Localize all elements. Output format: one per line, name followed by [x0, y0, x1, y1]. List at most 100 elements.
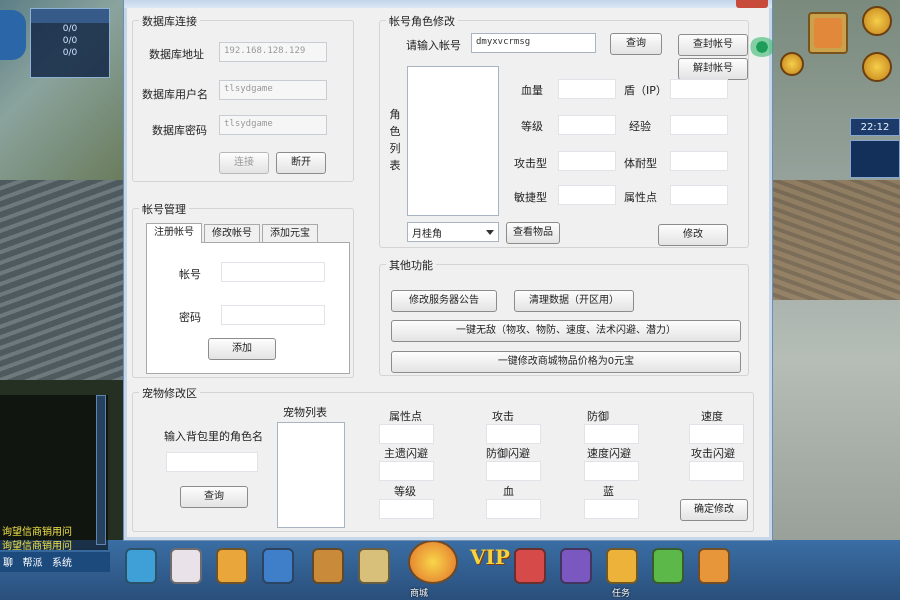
register-account-label: 帐号 [179, 268, 201, 281]
menu-icon[interactable] [862, 6, 892, 36]
window-title-bar[interactable] [124, 0, 772, 8]
mouse-cursor-icon [749, 37, 775, 57]
toolbar-bag-icon[interactable] [216, 548, 248, 584]
pet-defense-dodge-field[interactable] [486, 461, 541, 481]
health-orb-icon [0, 10, 26, 60]
ban-account-button[interactable]: 查封帐号 [678, 34, 748, 56]
pet-confirm-button[interactable]: 确定修改 [680, 499, 748, 521]
attack-type-field[interactable] [558, 151, 616, 171]
exp-label: 经验 [629, 120, 651, 133]
toolbar-label: 商城 [410, 589, 429, 599]
modify-role-button[interactable]: 修改 [658, 224, 728, 246]
attribute-points-field[interactable] [670, 185, 728, 205]
other-legend: 其他功能 [386, 257, 436, 273]
pet-owner-input[interactable] [166, 452, 258, 472]
add-account-button[interactable]: 添加 [208, 338, 276, 360]
status-panel: 0/0 0/0 0/0 [30, 8, 110, 78]
pet-query-button[interactable]: 查询 [180, 486, 248, 508]
agility-type-label: 敏捷型 [514, 191, 547, 204]
toolbar-character-icon[interactable] [312, 548, 344, 584]
chat-tab[interactable]: 系统 [49, 552, 75, 571]
pet-defense-label: 防御 [587, 410, 609, 423]
pet-hp-field[interactable] [486, 499, 541, 519]
hp-label: 血量 [521, 84, 543, 97]
toolbar-system-icon[interactable] [698, 548, 730, 584]
db-user-field[interactable]: tlsydgame [219, 80, 327, 100]
pet-attr-points-field[interactable] [379, 424, 434, 444]
pet-speed-dodge-field[interactable] [584, 461, 639, 481]
pet-attack-field[interactable] [486, 424, 541, 444]
view-items-button[interactable]: 查看物品 [506, 222, 560, 244]
server-announcement-button[interactable]: 修改服务器公告 [391, 290, 497, 312]
toolbar-rabbit-icon[interactable] [170, 548, 202, 584]
toolbar-guild-icon[interactable] [652, 548, 684, 584]
stamina-type-field[interactable] [670, 151, 728, 171]
close-button[interactable] [736, 0, 768, 8]
pet-defense-dodge-label: 防御闪避 [486, 447, 530, 460]
player-avatar[interactable] [808, 12, 848, 54]
tab-modify-account[interactable]: 修改帐号 [204, 224, 260, 242]
agility-type-field[interactable] [558, 185, 616, 205]
account-legend: 帐号角色修改 [386, 13, 458, 29]
map-icon[interactable] [862, 52, 892, 82]
connect-button[interactable]: 连接 [219, 152, 269, 174]
game-clock: 22:12 [850, 118, 900, 136]
vip-badge[interactable]: VIP [470, 545, 510, 577]
db-address-label: 数据库地址 [149, 48, 204, 61]
chat-line: 询望信商销用问 [2, 527, 72, 538]
toolbar-friend-icon[interactable] [560, 548, 592, 584]
toolbar-pet-icon[interactable] [125, 548, 157, 584]
zero-price-button[interactable]: 一键修改商城物品价格为0元宝 [391, 351, 741, 373]
toolbar-skill-icon[interactable] [262, 548, 294, 584]
role-type-dropdown[interactable]: 月桂角 [407, 222, 499, 242]
pet-attr-points-label: 属性点 [389, 410, 422, 423]
clear-data-button[interactable]: 清理数据（开区用） [514, 290, 634, 312]
pet-speed-field[interactable] [689, 424, 744, 444]
toolbar-gift-icon[interactable] [514, 548, 546, 584]
account-query-button[interactable]: 查询 [610, 33, 662, 55]
chat-tab[interactable]: 聊 [0, 552, 16, 571]
chat-tab[interactable]: 帮派 [20, 552, 46, 571]
pet-main-dodge-field[interactable] [379, 461, 434, 481]
pet-defense-field[interactable] [584, 424, 639, 444]
toolbar-shop-icon[interactable] [408, 540, 458, 584]
pet-main-dodge-label: 主遗闪避 [384, 447, 428, 460]
exp-field[interactable] [670, 115, 728, 135]
chat-box: 询望信商销用问 询望信商销用问 [0, 395, 108, 552]
db-address-field[interactable]: 192.168.128.129 [219, 42, 327, 62]
tab-add-yuanbao[interactable]: 添加元宝 [262, 224, 318, 242]
stamina-type-label: 体耐型 [624, 157, 657, 170]
chat-scrollbar[interactable] [96, 395, 106, 545]
role-listbox[interactable] [407, 66, 499, 216]
pet-attack-dodge-field[interactable] [689, 461, 744, 481]
pet-level-label: 等级 [394, 485, 416, 498]
pet-mp-label: 蓝 [603, 485, 614, 498]
pet-mp-field[interactable] [584, 499, 639, 519]
db-legend: 数据库连接 [139, 13, 200, 29]
level-field[interactable] [558, 115, 616, 135]
level-label: 等级 [521, 120, 543, 133]
hp-field[interactable] [558, 79, 616, 99]
shield-field[interactable] [670, 79, 728, 99]
one-click-invincible-button[interactable]: 一键无敌（物攻、物防、速度、法术闪避、潜力） [391, 320, 741, 342]
pet-listbox[interactable] [277, 422, 345, 528]
event-icon[interactable] [780, 52, 804, 76]
register-password-field[interactable] [221, 305, 325, 325]
pet-level-field[interactable] [379, 499, 434, 519]
pet-attack-label: 攻击 [492, 410, 514, 423]
pet-speed-dodge-label: 速度闪避 [587, 447, 631, 460]
minimap-panel[interactable] [850, 140, 900, 178]
account-mgmt-legend: 帐号管理 [139, 201, 189, 217]
account-mgmt-tabs: 注册帐号 修改帐号 添加元宝 [146, 223, 346, 243]
toolbar-quest-icon[interactable] [358, 548, 390, 584]
register-account-field[interactable] [221, 262, 325, 282]
db-password-field[interactable]: tlsydgame [219, 115, 327, 135]
tab-register[interactable]: 注册帐号 [146, 223, 202, 243]
scene-right-roof [770, 180, 900, 300]
unban-account-button[interactable]: 解封帐号 [678, 58, 748, 80]
register-password-label: 密码 [179, 311, 201, 324]
toolbar-activity-icon[interactable] [606, 548, 638, 584]
account-prompt-label: 请输入帐号 [406, 39, 461, 52]
account-input[interactable]: dmyxvcrmsg [471, 33, 596, 53]
disconnect-button[interactable]: 断开 [276, 152, 326, 174]
